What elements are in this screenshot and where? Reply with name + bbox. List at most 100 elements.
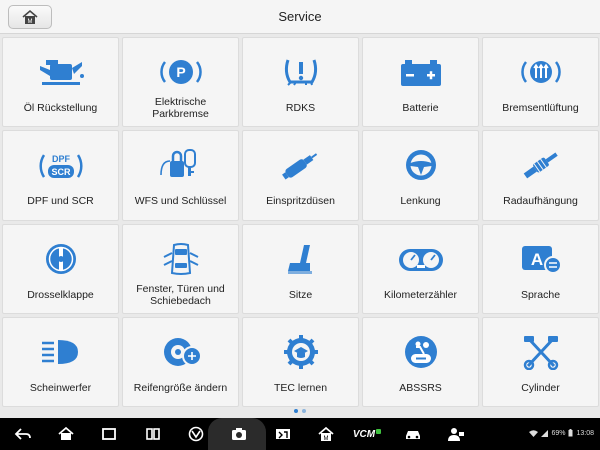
recent-apps-button[interactable]: [98, 424, 120, 444]
tile-abs-srs[interactable]: ABSSRS: [362, 316, 479, 407]
remote-screen-icon: [276, 429, 290, 439]
tile-label: WFS und Schlüssel: [134, 195, 227, 208]
odometer-icon: [398, 248, 443, 271]
vcm-button[interactable]: VCM: [352, 424, 382, 444]
page-title: Service: [278, 9, 322, 24]
back-arrow-icon: [14, 428, 31, 440]
tile-label: Kilometerzähler: [384, 288, 457, 301]
tile-label: Öl Rückstellung: [23, 102, 98, 114]
tile-tire-size[interactable]: Reifengröße ändern: [122, 316, 239, 407]
tile-label: RDKS: [285, 102, 316, 114]
car-doors-icon: [163, 242, 198, 275]
immobilizer-key-icon: [159, 149, 196, 178]
signal-icon: [541, 429, 549, 437]
steering-wheel-icon: [405, 150, 436, 181]
tile-suspension[interactable]: Radaufhängung: [482, 130, 599, 221]
tile-label: Cylinder: [521, 381, 560, 394]
tile-dpf-scr[interactable]: DPF SCR DPF und SCR: [2, 130, 119, 221]
svg-text:M: M: [324, 436, 329, 442]
tile-windows-doors[interactable]: Fenster, Türen und Schiebedach: [122, 223, 239, 314]
tile-label: Scheinwerfer: [29, 381, 92, 394]
car-button[interactable]: [402, 424, 424, 444]
tile-cylinder[interactable]: Cylinder: [482, 316, 599, 407]
tire-pressure-icon: [284, 59, 317, 86]
injector-icon: [281, 153, 317, 180]
headlight-icon: [41, 339, 78, 364]
tile-label: Drosselklappe: [27, 288, 94, 301]
vcm-label: VCM: [352, 428, 376, 440]
tile-label: Lenkung: [400, 195, 441, 208]
tile-label: Bremsentlüftung: [502, 102, 579, 114]
tile-parking-brake[interactable]: P Elektrische Parkbremse: [122, 37, 239, 128]
vcm-status-icon: [376, 428, 382, 434]
svg-text:A: A: [530, 250, 542, 269]
home-icon: [58, 426, 74, 440]
language-icon: A: [521, 245, 562, 274]
browser-button[interactable]: [185, 424, 207, 444]
browser-icon: [188, 426, 204, 442]
clock: 13:08: [576, 429, 594, 437]
page-indicator: [0, 409, 600, 413]
tile-label: Sprache: [520, 288, 561, 301]
tec-learn-icon: [283, 334, 318, 369]
status-area: 69% 13:08: [529, 429, 594, 437]
service-grid: Öl Rückstellung P Elektrische Parkbremse…: [2, 37, 599, 407]
tile-label: Batterie: [402, 102, 439, 114]
tile-label: ABSSRS: [399, 381, 442, 394]
tile-label: Reifengröße ändern: [133, 381, 228, 394]
oil-can-icon: [39, 60, 84, 85]
tile-oil-reset[interactable]: Öl Rückstellung: [2, 37, 119, 128]
tile-injector[interactable]: Einspritzdüsen: [242, 130, 359, 221]
car-icon: [406, 431, 420, 439]
maxisys-home-button[interactable]: M: [315, 424, 337, 444]
tile-headlights[interactable]: Scheinwerfer: [2, 316, 119, 407]
tile-odometer[interactable]: Kilometerzähler: [362, 223, 479, 314]
remote-desk-button[interactable]: [272, 424, 294, 444]
maxisys-home-icon: M: [318, 426, 334, 442]
tile-seats[interactable]: Sitze: [242, 223, 359, 314]
header-bar: M Service: [0, 0, 600, 34]
tile-tec-learn[interactable]: TEC lernen: [242, 316, 359, 407]
battery-level: 69%: [551, 429, 566, 437]
svg-text:SCR: SCR: [51, 167, 71, 177]
tile-throttle[interactable]: Drosselklappe: [2, 223, 119, 314]
page-dot: [302, 409, 306, 413]
suspension-icon: [523, 152, 558, 179]
brake-bleed-icon: [520, 61, 561, 83]
camera-icon: [232, 428, 246, 440]
tile-language[interactable]: A Sprache: [482, 223, 599, 314]
tile-immobilizer-key[interactable]: WFS und Schlüssel: [122, 130, 239, 221]
tire-size-icon: [163, 337, 202, 366]
tile-label: Radaufhängung: [503, 195, 578, 208]
page-dot: [294, 409, 298, 413]
tile-battery[interactable]: Batterie: [362, 37, 479, 128]
tile-label: Sitze: [288, 288, 313, 301]
abs-srs-icon: [404, 335, 437, 368]
split-screen-icon: [146, 428, 160, 440]
tile-label: DPF und SCR: [27, 195, 94, 208]
screenshot-button[interactable]: [228, 424, 250, 444]
tile-label: Elektrische Parkbremse: [152, 96, 209, 120]
tile-label: Einspritzdüsen: [266, 195, 335, 208]
seat-icon: [287, 244, 312, 274]
system-navbar: M VCM 69% 13:08: [0, 418, 600, 450]
cylinder-icon: [523, 335, 558, 370]
svg-text:P: P: [176, 64, 185, 80]
battery-icon: [400, 60, 441, 86]
tile-label: TEC lernen: [273, 381, 328, 394]
parking-brake-icon: P: [159, 60, 202, 84]
throttle-icon: [45, 243, 76, 274]
tile-brake-bleed[interactable]: Bremsentlüftung: [482, 37, 599, 128]
recent-apps-icon: [102, 428, 116, 440]
split-screen-button[interactable]: [142, 424, 164, 444]
tile-rdks[interactable]: RDKS: [242, 37, 359, 128]
mechanic-icon: [448, 428, 464, 441]
tile-label: Fenster, Türen und Schiebedach: [136, 282, 225, 307]
mechanic-button[interactable]: [445, 424, 467, 444]
wifi-icon: [529, 429, 539, 437]
tile-steering[interactable]: Lenkung: [362, 130, 479, 221]
dpf-scr-icon: DPF SCR: [39, 154, 82, 179]
home-nav-button[interactable]: [55, 424, 77, 444]
back-button[interactable]: [12, 424, 34, 444]
svg-text:DPF: DPF: [52, 154, 71, 164]
